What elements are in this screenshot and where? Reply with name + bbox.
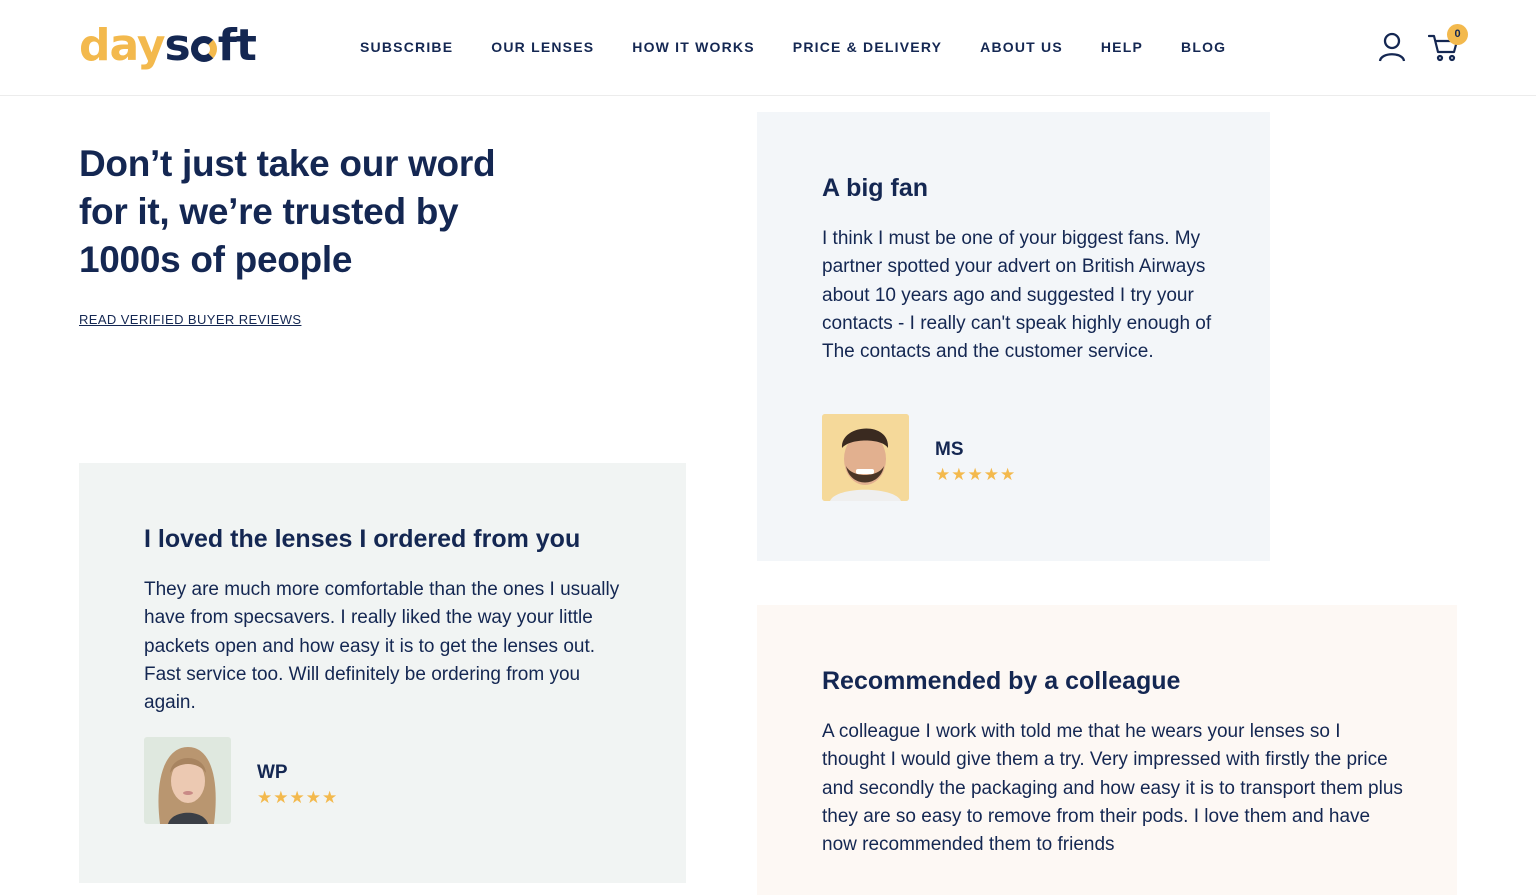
nav-item-price-delivery[interactable]: PRICE & DELIVERY	[793, 39, 942, 55]
page-title: Don’t just take our word for it, we’re t…	[79, 143, 496, 280]
daysoft-logo[interactable]: days ft	[79, 16, 257, 76]
review-card: A big fan I think I must be one of your …	[757, 112, 1270, 561]
reviewer-initials: MS	[935, 439, 964, 460]
star-rating: ★★★★★	[935, 465, 1017, 485]
read-verified-reviews-link[interactable]: READ VERIFIED BUYER REVIEWS	[79, 312, 301, 327]
review-card: I loved the lenses I ordered from you Th…	[79, 463, 686, 883]
logo-text-ft: ft	[217, 20, 257, 71]
review-title: I loved the lenses I ordered from you	[144, 525, 581, 553]
main-nav: SUBSCRIBE OUR LENSES HOW IT WORKS PRICE …	[360, 39, 1264, 55]
nav-item-blog[interactable]: BLOG	[1181, 39, 1226, 55]
star-rating: ★★★★★	[257, 788, 339, 808]
review-card: Recommended by a colleague A colleague I…	[757, 605, 1457, 895]
review-body: A colleague I work with told me that he …	[822, 721, 1403, 856]
user-icon[interactable]	[1378, 32, 1406, 62]
nav-item-about-us[interactable]: ABOUT US	[980, 39, 1063, 55]
review-title: Recommended by a colleague	[822, 667, 1181, 695]
cart-count-badge: 0	[1447, 24, 1468, 45]
nav-item-our-lenses[interactable]: OUR LENSES	[491, 39, 594, 55]
logo-lens-icon	[190, 36, 217, 62]
site-header: days ft SUBSCRIBE OUR LENSES HOW IT WORKS…	[0, 0, 1536, 96]
review-body: I think I must be one of your biggest fa…	[822, 228, 1212, 363]
review-title: A big fan	[822, 174, 929, 202]
nav-item-help[interactable]: HELP	[1101, 39, 1143, 55]
reviewer-avatar	[822, 414, 909, 501]
reviewer-avatar	[144, 737, 231, 824]
nav-item-subscribe[interactable]: SUBSCRIBE	[360, 39, 453, 55]
logo-text-day: day	[79, 20, 166, 71]
reviewer-initials: WP	[257, 762, 288, 783]
logo-text-s: s	[164, 20, 191, 71]
review-body: They are much more comfortable than the …	[144, 579, 620, 714]
nav-item-how-it-works[interactable]: HOW IT WORKS	[632, 39, 755, 55]
